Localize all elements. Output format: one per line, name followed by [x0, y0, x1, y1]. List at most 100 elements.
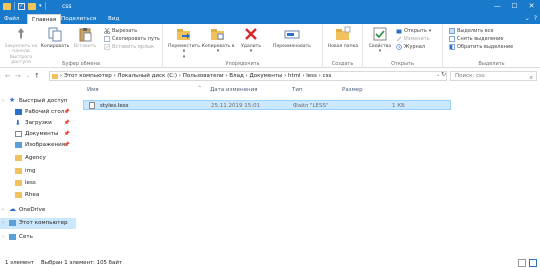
nav-network[interactable]: › Сеть	[0, 232, 76, 243]
delete-icon	[243, 26, 259, 42]
nav-label: Документы	[25, 131, 59, 137]
up-arrow-icon[interactable]: ↑	[34, 72, 40, 80]
edit-label: Изменить	[404, 36, 430, 42]
properties-button[interactable]: Свойства ▾	[365, 26, 395, 55]
forward-arrow-icon[interactable]: →	[15, 72, 21, 80]
recent-locations-icon[interactable]: ⌄	[26, 73, 30, 79]
invert-selection-label: Обратить выделение	[457, 44, 514, 50]
rename-label: Переименовать	[272, 44, 312, 49]
address-row: ← → ⌄ ↑ › Этот компьютер › Локальный дис…	[0, 70, 540, 82]
pin-quick-access-button[interactable]: Закрепить на панели быстрого доступа	[2, 26, 40, 66]
chevron-right-icon[interactable]: ›	[2, 205, 4, 216]
paste-label: Вставить	[73, 44, 97, 49]
file-size: 1 КБ	[392, 103, 405, 109]
pin-icon[interactable]: 📌	[64, 107, 70, 118]
nav-onedrive[interactable]: › ☁ OneDrive	[0, 205, 76, 216]
close-button[interactable]: ✕	[523, 0, 540, 13]
nav-label: Rhea	[25, 192, 40, 198]
nav-documents[interactable]: Документы 📌	[0, 129, 76, 140]
file-row[interactable]: styles.less 25.11.2019 15:01 Файл "LESS"…	[83, 100, 451, 110]
nav-label: Сеть	[19, 234, 33, 240]
nav-agency[interactable]: Agency	[0, 153, 76, 164]
download-icon: ⬇	[15, 119, 21, 127]
chevron-down-icon[interactable]: ›	[2, 96, 4, 107]
nav-pictures[interactable]: Изображения 📌	[0, 140, 76, 151]
address-history-icon[interactable]: ⌄	[436, 72, 440, 78]
ribbon: Закрепить на панели быстрого доступа Коп…	[0, 24, 540, 68]
delete-button[interactable]: Удалить ▾	[236, 26, 266, 55]
nav-this-pc[interactable]: › Этот компьютер	[0, 218, 76, 229]
new-folder-button[interactable]: Новая папка	[326, 26, 360, 49]
help-icon[interactable]: ?	[534, 15, 537, 22]
paste-button[interactable]: Вставить	[70, 26, 100, 49]
chevron-down-icon[interactable]: ▾	[39, 3, 42, 9]
navigation-pane: › ★ Быстрый доступ Рабочий стол 📌 ⬇ Загр…	[0, 84, 76, 256]
select-all-button[interactable]: Выделить все	[449, 28, 494, 34]
tab-file[interactable]: Файл	[0, 14, 24, 24]
select-none-label: Снять выделение	[457, 36, 504, 42]
nav-label: Быстрый доступ	[19, 98, 68, 104]
move-to-button[interactable]: Переместить в ▾	[167, 26, 201, 60]
folder-icon	[3, 2, 11, 10]
address-path: › Этот компьютер › Локальный диск (C:) ›…	[60, 73, 332, 79]
pin-icon[interactable]: 📌	[64, 140, 70, 151]
pin-icon[interactable]: 📌	[64, 118, 70, 129]
star-icon: ★	[9, 96, 16, 104]
history-button[interactable]: Журнал	[396, 44, 425, 50]
nav-desktop[interactable]: Рабочий стол 📌	[0, 107, 76, 118]
folder-icon	[15, 192, 22, 198]
properties-label: Свойства	[368, 44, 392, 49]
tab-view[interactable]: Вид	[104, 14, 123, 24]
column-header-name[interactable]: Имя	[87, 87, 99, 93]
address-bar[interactable]: › Этот компьютер › Локальный диск (C:) ›…	[49, 71, 447, 81]
folder-icon	[52, 74, 58, 79]
maximize-button[interactable]: ☐	[506, 0, 523, 13]
back-arrow-icon[interactable]: ←	[5, 72, 11, 80]
nav-img[interactable]: img	[0, 166, 76, 177]
select-none-button[interactable]: Снять выделение	[449, 36, 504, 42]
column-header-date[interactable]: Дата изменения	[210, 87, 257, 93]
minimize-button[interactable]: —	[489, 0, 506, 13]
search-placeholder: Поиск: css	[455, 73, 485, 79]
nav-quick-access[interactable]: › ★ Быстрый доступ	[0, 96, 76, 107]
nav-label: img	[25, 168, 36, 174]
rename-button[interactable]: Переименовать	[269, 26, 315, 49]
details-view-button[interactable]	[518, 259, 526, 267]
chevron-down-icon[interactable]: ⌄	[525, 15, 530, 22]
select-group-label: Выделить	[478, 61, 505, 67]
edit-button[interactable]: Изменить	[396, 36, 430, 42]
nav-less[interactable]: less	[0, 178, 76, 189]
new-folder-icon[interactable]	[28, 2, 36, 10]
pin-icon[interactable]: 📌	[64, 129, 70, 140]
invert-selection-icon	[449, 44, 455, 50]
nav-label: Этот компьютер	[19, 220, 68, 226]
open-button[interactable]: Открыть ▾	[396, 28, 431, 34]
copy-to-button[interactable]: Копировать в ▾	[201, 26, 235, 55]
toolbar-separator	[44, 2, 46, 10]
open-icon	[396, 29, 402, 34]
copy-path-button[interactable]: Скопировать путь	[104, 36, 160, 42]
paste-shortcut-button[interactable]: Вставить ярлык	[104, 44, 154, 50]
invert-selection-button[interactable]: Обратить выделение	[449, 44, 513, 50]
refresh-icon[interactable]: ↻	[441, 71, 446, 78]
chevron-right-icon[interactable]: ›	[2, 218, 4, 229]
move-to-label: Переместить в	[168, 44, 200, 55]
explorer-window: ✓ ▾ css — ☐ ✕ Файл Главная Поделиться Ви…	[0, 0, 540, 268]
chevron-down-icon: ▾	[378, 49, 382, 55]
cut-button[interactable]: Вырезать	[104, 28, 137, 34]
open-label: Открыть	[404, 28, 427, 34]
file-date: 25.11.2019 15:01	[211, 103, 261, 109]
nav-label: Загрузки	[25, 120, 52, 126]
chevron-right-icon[interactable]: ›	[2, 232, 4, 243]
nav-downloads[interactable]: ⬇ Загрузки 📌	[0, 118, 76, 129]
copy-button[interactable]: Копировать	[40, 26, 70, 49]
column-header-size[interactable]: Размер	[342, 87, 363, 93]
nav-rhea[interactable]: Rhea	[0, 190, 76, 201]
search-input[interactable]: Поиск: css ⌕	[450, 71, 537, 81]
large-icons-view-button[interactable]	[529, 259, 537, 267]
tab-share[interactable]: Поделиться	[57, 14, 100, 24]
chevron-down-icon: ▾	[428, 28, 432, 34]
checkmark-icon[interactable]: ✓	[18, 2, 25, 10]
select-none-icon	[449, 36, 455, 42]
column-header-type[interactable]: Тип	[292, 87, 303, 93]
